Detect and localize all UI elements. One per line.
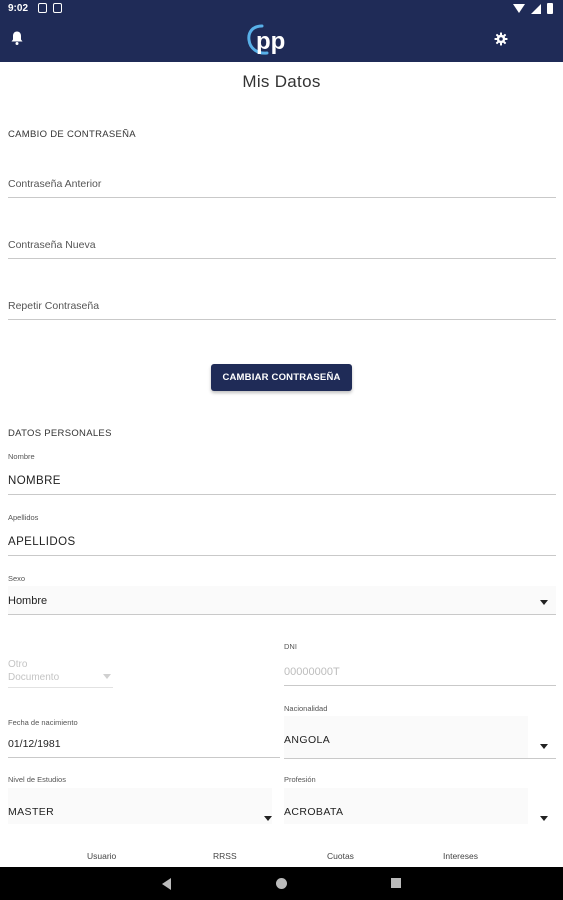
notification-icon [38, 3, 47, 13]
status-bar: 9:02 [0, 0, 563, 18]
apellidos-input[interactable]: APELLIDOS [8, 527, 556, 556]
fecha-nacimiento-input[interactable]: 01/12/1981 [8, 731, 280, 758]
nacionalidad-label: Nacionalidad [284, 704, 328, 713]
tab-rrss[interactable]: RRSS [213, 851, 237, 861]
apellidos-label: Apellidos [8, 513, 39, 522]
repeat-password-field[interactable]: Repetir Contraseña [8, 292, 556, 320]
signal-icon [531, 3, 541, 14]
pp-logo: pp [247, 24, 285, 55]
sd-card-icon [53, 3, 62, 13]
gear-icon[interactable] [494, 32, 508, 46]
sexo-value: Hombre [8, 595, 48, 607]
system-nav-bar [0, 867, 563, 900]
chevron-down-icon [540, 744, 548, 749]
nacionalidad-value: ANGOLA [284, 734, 331, 746]
dni-placeholder: 00000000T [284, 666, 340, 678]
sexo-select[interactable]: Hombre [8, 586, 556, 615]
nivel-estudios-select[interactable]: MASTER [8, 788, 280, 825]
tab-cuotas[interactable]: Cuotas [327, 851, 354, 861]
profesion-select[interactable]: ACROBATA [284, 788, 556, 825]
wifi-icon [513, 4, 525, 13]
nombre-label: Nombre [8, 452, 35, 461]
chevron-down-icon [103, 674, 111, 679]
sexo-label: Sexo [8, 574, 26, 583]
password-section-title: CAMBIO DE CONTRASEÑA [8, 129, 136, 140]
old-password-placeholder: Contraseña Anterior [8, 178, 102, 190]
recents-icon[interactable] [391, 878, 401, 888]
dni-label: DNI [284, 642, 297, 651]
chevron-down-icon [540, 600, 548, 605]
new-password-field[interactable]: Contraseña Nueva [8, 231, 556, 259]
home-icon[interactable] [276, 878, 287, 889]
nombre-value: NOMBRE [8, 475, 61, 487]
profesion-value: ACROBATA [284, 806, 344, 818]
nacionalidad-select[interactable]: ANGOLA [284, 716, 556, 759]
chevron-down-icon [540, 816, 548, 821]
page-title: Mis Datos [242, 72, 321, 91]
tab-intereses[interactable]: Intereses [443, 851, 478, 861]
bottom-tab-bar: Usuario RRSS Cuotas Intereses [0, 847, 563, 867]
new-password-placeholder: Contraseña Nueva [8, 239, 96, 251]
personal-section-title: DATOS PERSONALES [8, 428, 112, 439]
otro-documento-label: Otro Documento [8, 659, 60, 683]
dni-input[interactable]: 00000000T [284, 656, 556, 686]
chevron-down-icon [264, 816, 272, 821]
logo-text: pp [256, 28, 285, 55]
bell-icon[interactable] [10, 30, 24, 46]
back-icon[interactable] [162, 878, 171, 890]
repeat-password-placeholder: Repetir Contraseña [8, 300, 100, 312]
tab-usuario[interactable]: Usuario [87, 851, 116, 861]
otro-documento-checkbox[interactable]: Otro Documento [8, 658, 113, 688]
nivel-estudios-label: Nivel de Estudios [8, 775, 66, 784]
status-time: 9:02 [8, 3, 29, 14]
battery-icon [547, 3, 553, 14]
change-password-button[interactable]: CAMBIAR CONTRASEÑA [211, 364, 352, 391]
nombre-input[interactable]: NOMBRE [8, 466, 556, 495]
app-bar: pp [0, 18, 563, 62]
fecha-nacimiento-value: 01/12/1981 [8, 738, 61, 750]
profesion-label: Profesión [284, 775, 316, 784]
old-password-field[interactable]: Contraseña Anterior [8, 170, 556, 198]
nivel-estudios-value: MASTER [8, 806, 55, 818]
apellidos-value: APELLIDOS [8, 536, 76, 548]
fecha-nacimiento-label: Fecha de nacimiento [8, 718, 78, 727]
